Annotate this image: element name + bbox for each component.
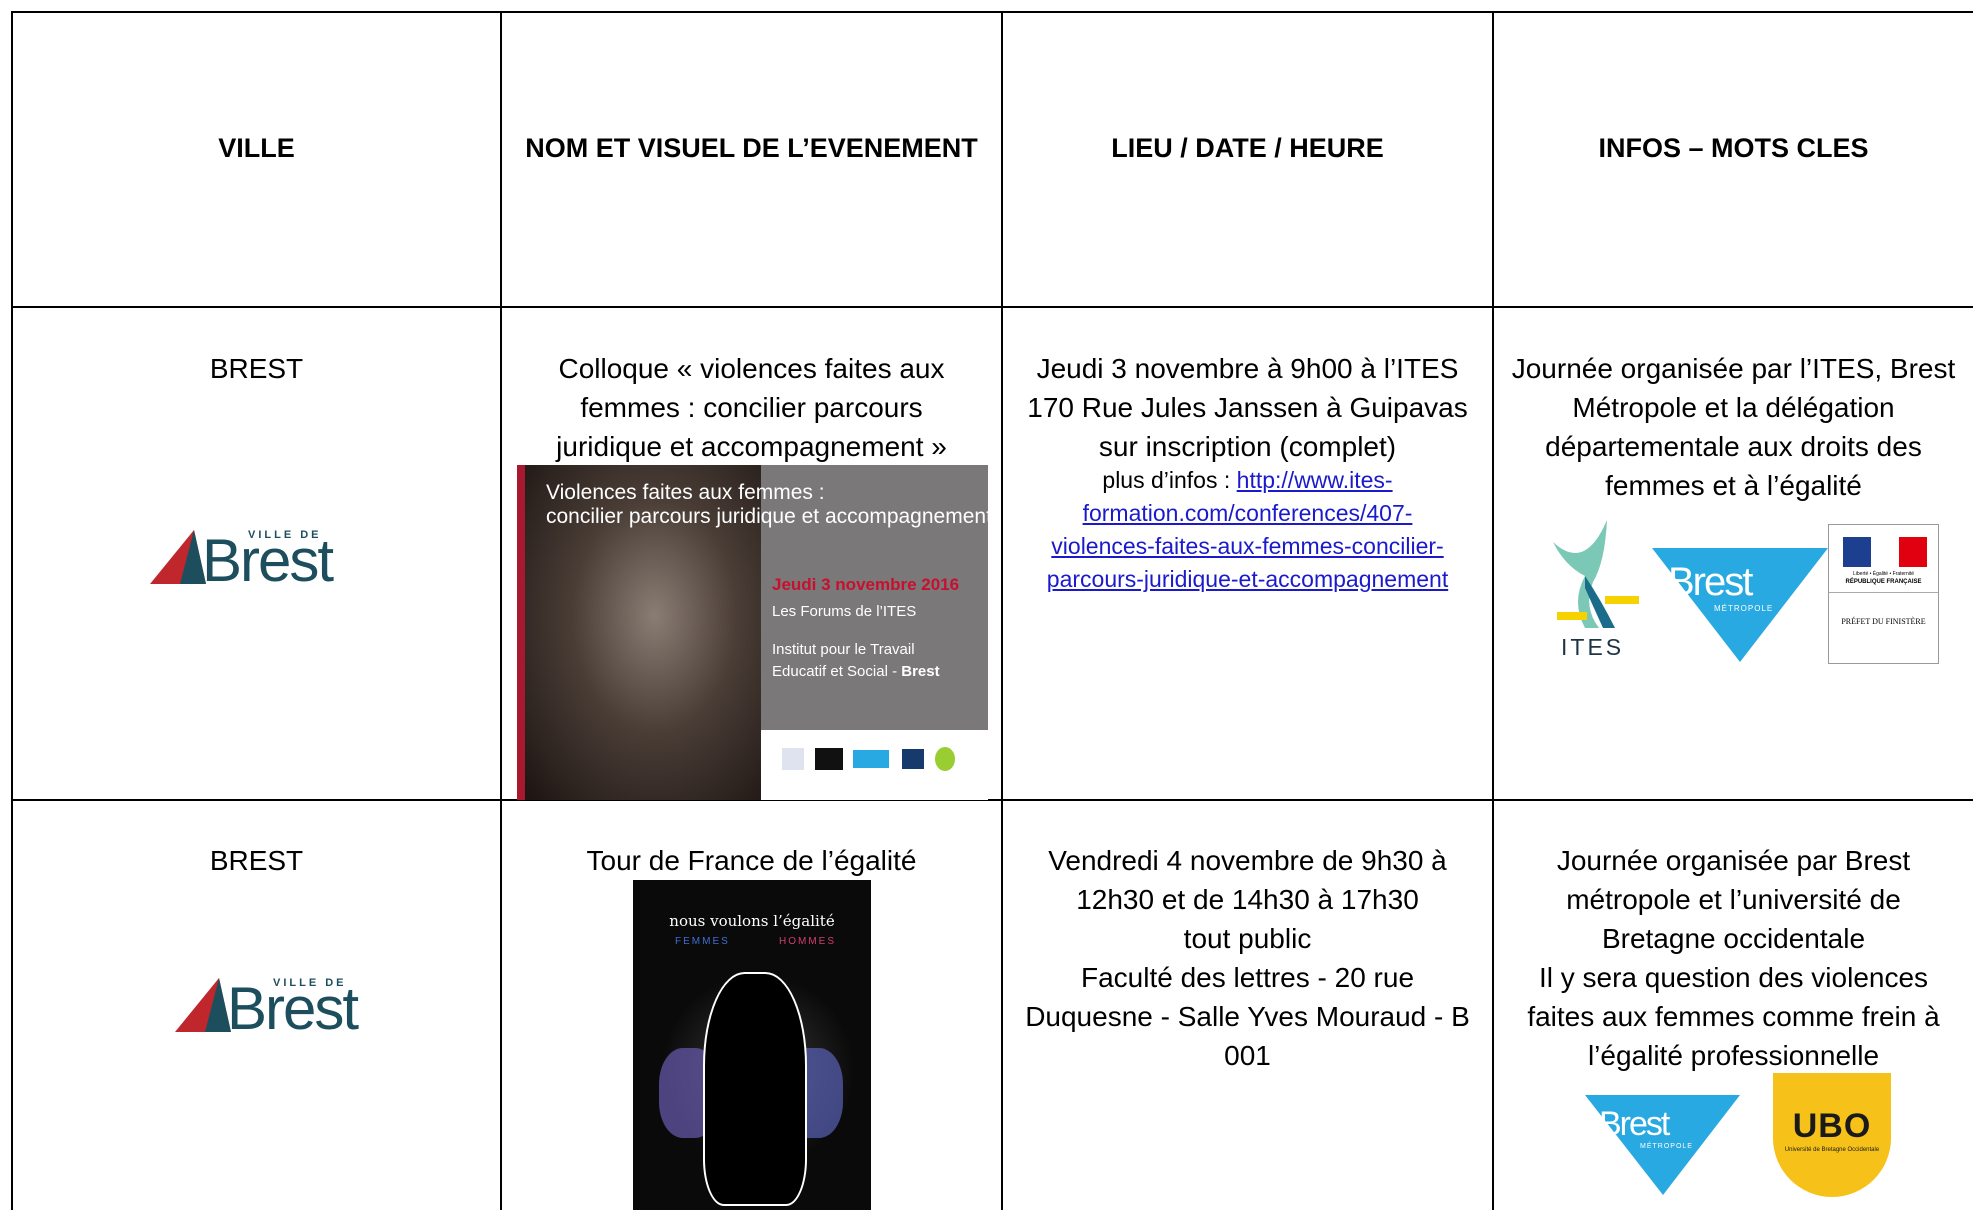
row1-infos: Journée organisée par l’ITES, Brest Métr… [1511,353,1956,501]
row2-ville: BREST [209,845,304,876]
partner-logo [935,747,955,771]
ites-logo: ITES [1545,512,1645,662]
brest-metropole-logo: Brest MÉTROPOLE [1585,1095,1740,1195]
ites-figure-icon [1553,520,1639,628]
prefet-finistere-logo: Liberté • Égalité • Fraternité RÉPUBLIQU… [1828,524,1939,664]
rf-flag-white [1871,537,1899,567]
brest-logo: VILLE DE Brest [175,973,375,1039]
row2-lieu: Vendredi 4 novembre de 9h30 à 12h30 et d… [1025,845,1470,1071]
event-poster-colloque: Violences faites aux femmes : concilier … [517,465,988,800]
row2-event-title: Tour de France de l’égalité [586,845,917,876]
header-infos: INFOS – MOTS CLES [1598,133,1869,163]
rf-flag-red [1899,537,1927,567]
header-lieu: LIEU / DATE / HEURE [1111,133,1384,163]
rf-flag-blue [1843,537,1871,567]
row-divider [11,799,1973,801]
header-evenement: NOM ET VISUEL DE L’EVENEMENT [525,133,978,163]
event-poster-tour-egalite: nous voulons l’égalité FEMMES HOMMES [633,880,871,1210]
event-link[interactable]: parcours-juridique-et-accompagnement [1047,566,1448,592]
ubo-logo: UBO Université de Bretagne Occidentale [1773,1073,1891,1197]
figure-silhouette [703,972,807,1206]
row2-infos: Journée organisée par Brest métropole et… [1527,845,1940,1071]
row-divider [11,306,1973,308]
header-ville: VILLE [218,133,295,163]
partner-logo [902,749,924,769]
brest-metropole-logo: Brest MÉTROPOLE [1652,548,1828,662]
partner-logo [853,750,889,768]
event-link[interactable]: formation.com/conferences/407- [1083,500,1413,526]
brest-sail-icon [150,530,206,584]
event-link[interactable]: http://www.ites- [1237,467,1393,493]
row1-ville: BREST [209,353,304,384]
row1-event-title: Colloque « violences faites aux femmes :… [556,353,947,462]
brest-sail-icon [175,978,231,1032]
row1-lieu: Jeudi 3 novembre à 9h00 à l’ITES 170 Rue… [1027,353,1468,462]
row1-more-info: plus d’infos : http://www.ites- formatio… [1046,467,1449,592]
partner-logo [782,748,804,770]
partner-logo [815,748,843,770]
event-link[interactable]: violences-faites-aux-femmes-concilier- [1051,533,1443,559]
column-divider [500,11,502,1210]
brest-logo: VILLE DE Brest [150,525,350,591]
